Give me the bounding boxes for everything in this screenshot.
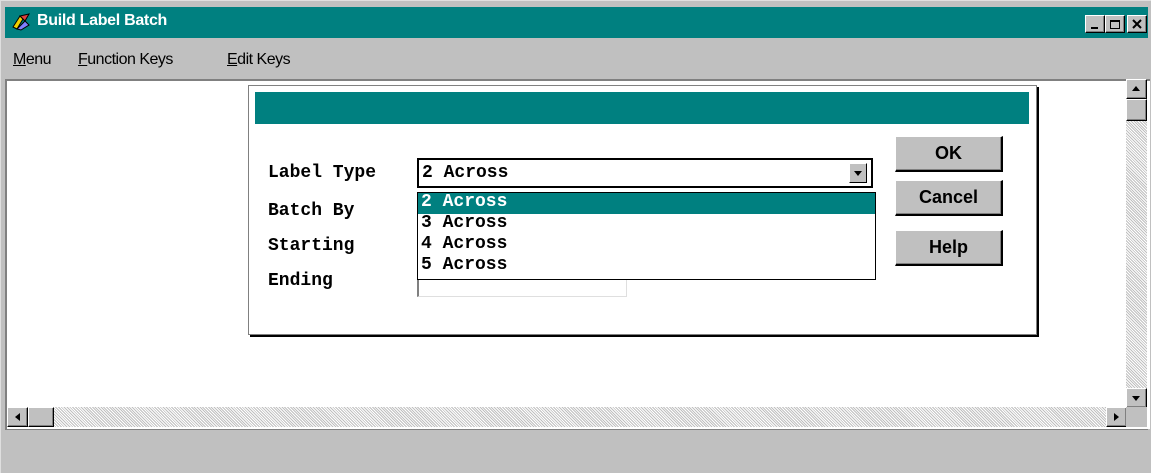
arrow-up-icon: [1132, 86, 1140, 91]
maximize-button[interactable]: [1105, 15, 1125, 33]
menu-bar: Menu Function Keys Edit Keys: [5, 38, 1148, 78]
horizontal-scrollbar[interactable]: [7, 407, 1127, 427]
scrollbar-corner: [1126, 407, 1147, 427]
vertical-scroll-thumb[interactable]: [1126, 99, 1147, 121]
batch-by-label: Batch By: [268, 201, 355, 221]
dropdown-button[interactable]: [849, 163, 867, 183]
menu-item-function-keys[interactable]: Function Keys: [78, 51, 173, 69]
close-button[interactable]: [1127, 15, 1147, 33]
option-2-across[interactable]: 2 Across: [418, 193, 875, 214]
minimize-icon: [1091, 27, 1098, 29]
option-5-across[interactable]: 5 Across: [418, 256, 875, 277]
arrow-right-icon: [1114, 413, 1119, 421]
app-icon: [12, 13, 30, 31]
menu-item-menu[interactable]: Menu: [13, 51, 52, 69]
label-batch-dialog: Label Type Batch By Starting Ending 2 Ac…: [248, 85, 1037, 335]
scroll-left-button[interactable]: [7, 407, 28, 427]
cancel-button[interactable]: Cancel: [895, 180, 1003, 216]
window-title: Build Label Batch: [37, 12, 168, 29]
label-type-value: 2 Across: [422, 163, 509, 183]
help-button[interactable]: Help: [895, 230, 1003, 266]
title-bar[interactable]: Build Label Batch: [5, 7, 1148, 38]
option-3-across[interactable]: 3 Across: [418, 214, 875, 235]
horizontal-scroll-thumb[interactable]: [28, 407, 54, 427]
chevron-down-icon: [854, 171, 862, 176]
dialog-title-bar: [255, 92, 1029, 124]
status-bar: [5, 429, 1148, 473]
label-type-combobox[interactable]: 2 Across: [417, 158, 873, 188]
maximize-icon: [1110, 20, 1120, 29]
label-type-label: Label Type: [268, 163, 377, 183]
app-window: Build Label Batch Menu Function Keys Edi…: [0, 0, 1151, 473]
scroll-down-button[interactable]: [1126, 388, 1147, 408]
arrow-left-icon: [15, 413, 20, 421]
arrow-down-icon: [1132, 396, 1140, 401]
option-4-across[interactable]: 4 Across: [418, 235, 875, 256]
label-type-dropdown-list[interactable]: 2 Across 3 Across 4 Across 5 Across: [417, 192, 876, 280]
minimize-button[interactable]: [1085, 15, 1105, 33]
vertical-scrollbar[interactable]: [1126, 79, 1147, 408]
scroll-right-button[interactable]: [1106, 407, 1127, 427]
close-icon: [1132, 19, 1142, 29]
starting-label: Starting: [268, 236, 355, 256]
menu-item-edit-keys[interactable]: Edit Keys: [227, 51, 291, 69]
ending-label: Ending: [268, 271, 333, 291]
ok-button[interactable]: OK: [895, 136, 1003, 172]
scroll-up-button[interactable]: [1126, 79, 1147, 99]
